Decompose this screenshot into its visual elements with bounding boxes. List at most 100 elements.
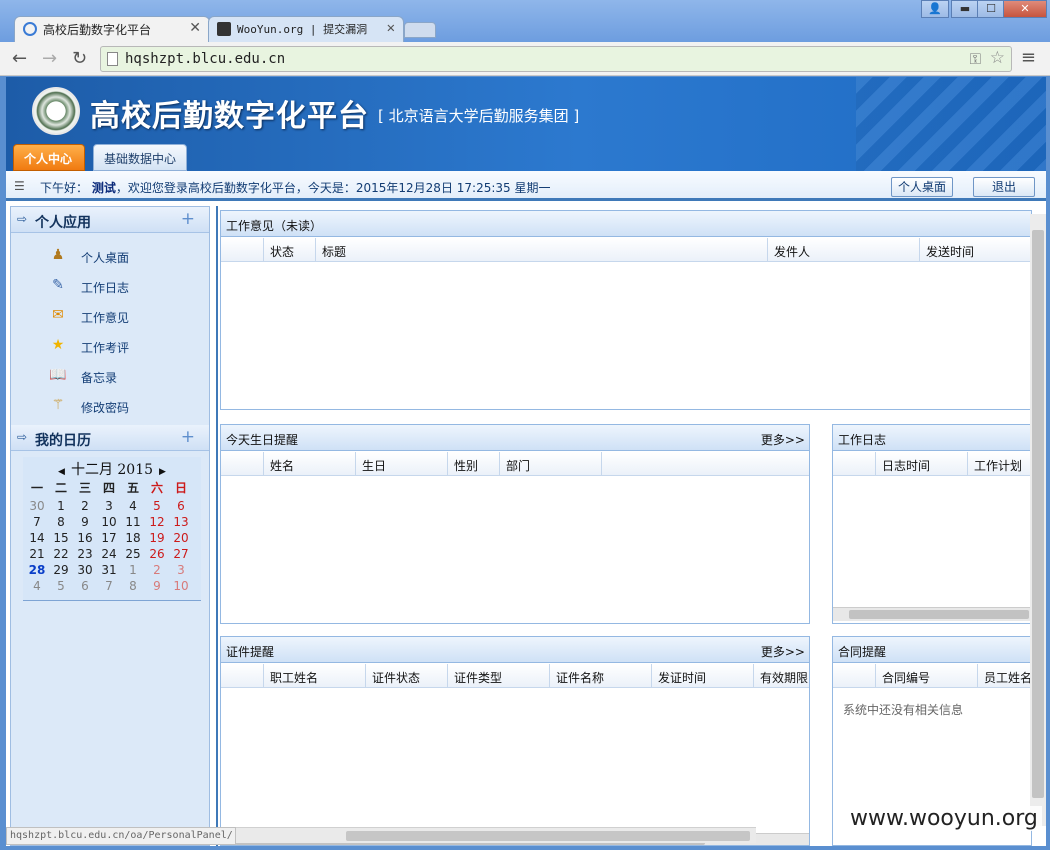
next-month-icon[interactable]: ▶	[153, 467, 172, 477]
calendar-header[interactable]: ⇨ 我的日历 +	[11, 425, 209, 451]
calendar-day[interactable]: 30	[25, 499, 49, 515]
calendar-day[interactable]: 8	[121, 579, 145, 595]
calendar-day[interactable]: 26	[145, 547, 169, 563]
column-header[interactable]: 证件名称	[549, 664, 651, 688]
column-header[interactable]: 证件类型	[447, 664, 549, 688]
calendar-day[interactable]: 23	[73, 547, 97, 563]
calendar-day[interactable]: 8	[49, 515, 73, 531]
calendar-day[interactable]: 31	[97, 563, 121, 579]
calendar-day[interactable]: 5	[49, 579, 73, 595]
column-header[interactable]: 标题	[315, 238, 767, 262]
calendar-day[interactable]: 29	[49, 563, 73, 579]
calendar-day[interactable]: 14	[25, 531, 49, 547]
menu-icon[interactable]: ≡	[1021, 47, 1036, 68]
calendar-day[interactable]: 6	[73, 579, 97, 595]
calendar-day[interactable]: 21	[25, 547, 49, 563]
calendar-day[interactable]: 25	[121, 547, 145, 563]
sidebar-item-work-log[interactable]: ✎ 工作日志	[49, 275, 199, 299]
tab-platform[interactable]: 高校后勤数字化平台 ✕	[14, 16, 210, 42]
column-header[interactable]: 性别	[447, 452, 499, 476]
personal-desktop-button[interactable]: 个人桌面	[891, 177, 953, 197]
sidebar-item-work-evaluation[interactable]: ★ 工作考评	[49, 335, 199, 359]
more-link[interactable]: 更多>>	[761, 643, 805, 660]
column-header[interactable]: 姓名	[263, 452, 355, 476]
logout-button[interactable]: 退出	[973, 177, 1035, 197]
calendar-day[interactable]: 7	[25, 515, 49, 531]
column-header[interactable]: 发证时间	[651, 664, 753, 688]
calendar-day[interactable]: 2	[73, 499, 97, 515]
page-horizontal-scrollbar[interactable]	[236, 827, 756, 843]
new-tab-button[interactable]	[404, 22, 436, 38]
tab-wooyun[interactable]: WooYun.org | 提交漏洞 ✕	[208, 16, 404, 42]
vertical-scrollbar[interactable]	[1030, 214, 1046, 826]
back-arrow-icon[interactable]: ←	[12, 48, 27, 69]
calendar-day[interactable]: 28	[25, 563, 49, 579]
column-header[interactable]: 合同编号	[875, 664, 977, 688]
calendar-day[interactable]: 10	[169, 579, 193, 595]
forward-arrow-icon[interactable]: →	[42, 48, 57, 69]
calendar-day[interactable]: 18	[121, 531, 145, 547]
more-link[interactable]: 更多>>	[761, 431, 805, 448]
tab-close-icon[interactable]: ✕	[189, 20, 201, 36]
column-header[interactable]: 发送时间	[919, 238, 1031, 262]
calendar-day[interactable]: 20	[169, 531, 193, 547]
calendar-day[interactable]: 5	[145, 499, 169, 515]
sidebar-item-personal-desktop[interactable]: ♟ 个人桌面	[49, 245, 199, 269]
scrollbar-thumb[interactable]	[346, 831, 750, 841]
calendar-day[interactable]: 17	[97, 531, 121, 547]
plus-icon[interactable]: +	[181, 427, 195, 447]
column-header[interactable]: 员工姓名	[977, 664, 1031, 688]
calendar-day[interactable]: 1	[121, 563, 145, 579]
calendar-day[interactable]: 27	[169, 547, 193, 563]
scrollbar-thumb[interactable]	[1032, 230, 1044, 798]
address-bar[interactable]: hqshzpt.blcu.edu.cn ⚿ ☆	[100, 46, 1012, 72]
calendar-day[interactable]: 3	[97, 499, 121, 515]
calendar-day[interactable]: 6	[169, 499, 193, 515]
column-header[interactable]: 部门	[499, 452, 601, 476]
calendar-day[interactable]: 11	[121, 515, 145, 531]
tab-close-icon[interactable]: ✕	[387, 20, 395, 36]
column-header[interactable]: 生日	[355, 452, 447, 476]
calendar-day[interactable]: 16	[73, 531, 97, 547]
tab-personal-center[interactable]: 个人中心	[13, 144, 85, 171]
calendar-day[interactable]: 12	[145, 515, 169, 531]
calendar-day[interactable]: 2	[145, 563, 169, 579]
calendar-day[interactable]: 22	[49, 547, 73, 563]
column-header[interactable]: 证件状态	[365, 664, 447, 688]
calendar-day[interactable]: 7	[97, 579, 121, 595]
scrollbar-thumb[interactable]	[849, 610, 1029, 619]
column-header[interactable]: 发件人	[767, 238, 919, 262]
sidebar-item-change-password[interactable]: ⚚ 修改密码	[49, 395, 199, 419]
calendar-day[interactable]: 30	[73, 563, 97, 579]
column-header[interactable]: 工作计划	[967, 452, 1031, 476]
calendar-day[interactable]: 19	[145, 531, 169, 547]
reload-icon[interactable]: ↻	[72, 48, 87, 69]
plus-icon[interactable]: +	[181, 209, 195, 229]
calendar-day[interactable]: 15	[49, 531, 73, 547]
calendar-day[interactable]: 4	[25, 579, 49, 595]
minimize-button[interactable]: ▬	[951, 0, 979, 18]
tab-basic-data-center[interactable]: 基础数据中心	[93, 144, 187, 171]
bookmark-star-icon[interactable]: ☆	[990, 48, 1005, 68]
sidebar-item-memo[interactable]: 📖 备忘录	[49, 365, 199, 389]
calendar-day[interactable]: 4	[121, 499, 145, 515]
column-header[interactable]: 职工姓名	[263, 664, 365, 688]
calendar-day[interactable]: 9	[73, 515, 97, 531]
calendar-day[interactable]: 24	[97, 547, 121, 563]
calendar-day[interactable]: 3	[169, 563, 193, 579]
window-close-button[interactable]: ✕	[1003, 0, 1047, 18]
prev-month-icon[interactable]: ◀	[52, 467, 71, 477]
column-header[interactable]: 有效期限	[753, 664, 809, 688]
column-header[interactable]: 日志时间	[875, 452, 967, 476]
calendar-day[interactable]: 13	[169, 515, 193, 531]
user-icon[interactable]: 👤	[921, 0, 949, 18]
sidebar-item-work-feedback[interactable]: ✉ 工作意见	[49, 305, 199, 329]
calendar-day[interactable]: 10	[97, 515, 121, 531]
horizontal-scrollbar[interactable]	[833, 607, 1031, 621]
calendar-day[interactable]: 9	[145, 579, 169, 595]
maximize-button[interactable]: ☐	[977, 0, 1005, 18]
column-header[interactable]: 状态	[263, 238, 315, 262]
key-icon[interactable]: ⚿	[970, 50, 981, 68]
calendar-day[interactable]: 1	[49, 499, 73, 515]
personal-apps-header[interactable]: ⇨ 个人应用 +	[11, 207, 209, 233]
